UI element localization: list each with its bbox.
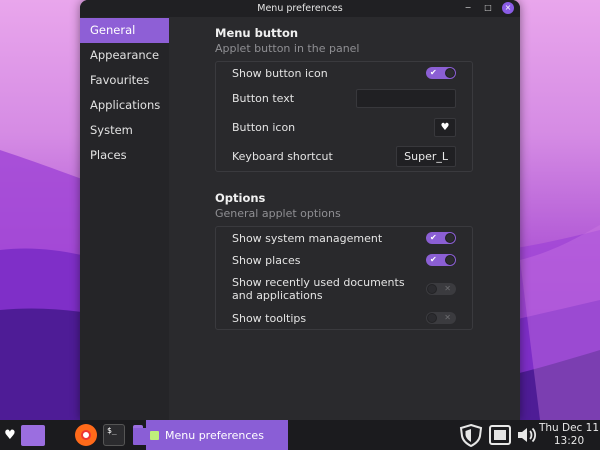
- options-section-subtitle: General applet options: [215, 207, 341, 220]
- shield-icon[interactable]: [458, 423, 484, 447]
- keyboard-shortcut-button[interactable]: Super_L: [396, 146, 456, 167]
- sidebar: General Appearance Favourites Applicatio…: [80, 17, 169, 420]
- firefox-icon[interactable]: [75, 424, 97, 446]
- menu-button-section-subtitle: Applet button in the panel: [215, 42, 360, 55]
- sidebar-item-general[interactable]: General: [80, 18, 169, 43]
- system-tray: Thu Dec 11 13:20: [458, 420, 600, 450]
- system-management-label: Show system management: [232, 231, 383, 245]
- close-icon[interactable]: ×: [502, 2, 514, 14]
- settings-panel: Menu button Applet button in the panel S…: [169, 17, 520, 420]
- button-text-label: Button text: [232, 92, 295, 105]
- menu-button-section-title: Menu button: [215, 26, 299, 40]
- places-label: Show places: [232, 253, 301, 267]
- button-icon-label: Button icon: [232, 121, 296, 134]
- clock-time: 13:20: [553, 435, 585, 447]
- options-section-title: Options: [215, 191, 266, 205]
- places-row: Show places ✔: [216, 249, 472, 271]
- files-purple-icon[interactable]: [21, 424, 45, 446]
- button-text-input[interactable]: [356, 89, 456, 108]
- sidebar-item-appearance[interactable]: Appearance: [80, 43, 169, 68]
- system-management-row: Show system management ✔: [216, 227, 472, 249]
- tooltips-toggle[interactable]: ✕: [426, 312, 456, 324]
- taskbar-window-button[interactable]: Menu preferences: [146, 420, 288, 450]
- button-text-row: Button text: [216, 84, 472, 113]
- heart-icon[interactable]: ♥: [1, 428, 19, 443]
- sidebar-item-places[interactable]: Places: [80, 143, 169, 168]
- show-button-icon-row: Show button icon ✔: [216, 62, 472, 84]
- sidebar-item-system[interactable]: System: [80, 118, 169, 143]
- sidebar-item-applications[interactable]: Applications: [80, 93, 169, 118]
- tooltips-label: Show tooltips: [232, 311, 307, 325]
- show-button-icon-toggle[interactable]: ✔: [426, 67, 456, 79]
- title-bar[interactable]: Menu preferences − □ ×: [80, 0, 520, 17]
- minimize-icon[interactable]: −: [462, 2, 474, 14]
- button-icon-picker[interactable]: ♥: [434, 118, 456, 137]
- clock-date: Thu Dec 11: [538, 422, 600, 434]
- places-toggle[interactable]: ✔: [426, 254, 456, 266]
- options-group: Show system management ✔ Show places ✔ S…: [215, 226, 473, 330]
- app-window-icon: [150, 430, 159, 440]
- tooltips-row: Show tooltips ✕: [216, 307, 472, 329]
- taskbar-window-label: Menu preferences: [165, 428, 264, 442]
- recent-documents-label: Show recently used documents and applica…: [232, 276, 405, 302]
- keyboard-shortcut-row: Keyboard shortcut Super_L: [216, 142, 472, 171]
- keyboard-shortcut-label: Keyboard shortcut: [232, 150, 333, 163]
- clock[interactable]: Thu Dec 11 13:20: [538, 422, 600, 448]
- sidebar-item-favourites[interactable]: Favourites: [80, 68, 169, 93]
- maximize-icon[interactable]: □: [482, 2, 494, 14]
- show-button-icon-label: Show button icon: [232, 66, 328, 80]
- recent-documents-row: Show recently used documents and applica…: [216, 271, 472, 307]
- button-icon-row: Button icon ♥: [216, 113, 472, 142]
- terminal-icon[interactable]: $_: [103, 424, 125, 446]
- taskbar: ♥ $_ Menu preferences Thu Dec 11 13:20: [0, 420, 600, 450]
- menu-button-group: Show button icon ✔ Button text Button ic…: [215, 61, 473, 172]
- window-icon[interactable]: [488, 424, 512, 446]
- system-management-toggle[interactable]: ✔: [426, 232, 456, 244]
- recent-documents-toggle[interactable]: ✕: [426, 283, 456, 295]
- menu-preferences-window: Menu preferences − □ × General Appearanc…: [80, 0, 520, 420]
- window-title: Menu preferences: [257, 3, 343, 14]
- volume-icon[interactable]: [516, 425, 538, 445]
- heart-icon: ♥: [440, 122, 450, 133]
